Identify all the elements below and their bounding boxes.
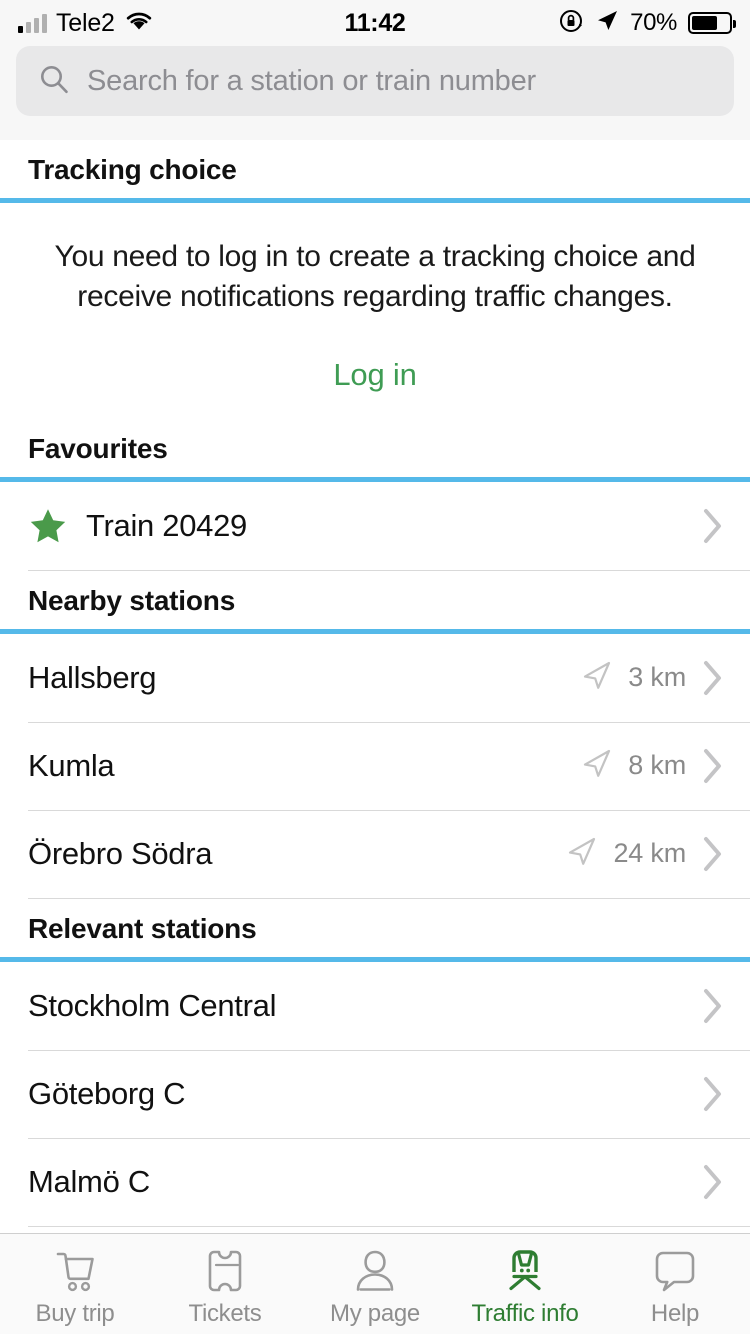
list-item-label: Malmö C: [28, 1163, 150, 1199]
section-title-text: Nearby stations: [28, 584, 236, 616]
navigation-arrow-icon: [580, 658, 614, 697]
list-item-label: Örebro Södra: [28, 835, 213, 871]
tab-help[interactable]: Help: [600, 1234, 750, 1334]
list-bottom-divider: [28, 1225, 750, 1227]
location-arrow-icon: [595, 9, 619, 38]
chevron-right-icon: [700, 745, 726, 787]
navigation-arrow-icon: [580, 746, 614, 785]
distance-label: 3 km: [628, 662, 686, 693]
app-screen: Tele2 11:42 70% Search for a station or …: [0, 0, 750, 1334]
list-item[interactable]: Kumla 8 km: [0, 721, 750, 810]
search-input[interactable]: Search for a station or train number: [87, 65, 536, 98]
list-item[interactable]: Örebro Södra 24 km: [0, 809, 750, 898]
search-bar[interactable]: Search for a station or train number: [16, 46, 734, 116]
list-item[interactable]: Hallsberg 3 km: [0, 633, 750, 722]
list-item-right: [700, 985, 726, 1027]
chevron-right-icon: [700, 833, 726, 875]
person-icon: [352, 1247, 398, 1295]
chevron-right-icon: [700, 985, 726, 1027]
search-area: Search for a station or train number: [0, 46, 750, 140]
section-title-text: Relevant stations: [28, 912, 257, 944]
distance-label: 8 km: [628, 750, 686, 781]
section-title-tracking-choice: Tracking choice: [28, 154, 237, 185]
list-item-label: Train 20429: [86, 507, 247, 543]
list-item-right: 8 km: [580, 745, 726, 787]
distance-label: 24 km: [613, 838, 686, 869]
section-title-relevant-stations: Relevant stations: [28, 897, 750, 957]
list-item-right: [700, 1073, 726, 1115]
rotation-lock-icon: [558, 8, 584, 39]
status-left: Tele2: [18, 9, 154, 38]
status-right: 70%: [558, 8, 736, 39]
tab-label: Buy trip: [35, 1299, 115, 1327]
tracking-choice-info-text: You need to log in to create a tracking …: [54, 240, 696, 313]
tab-label: Help: [650, 1299, 700, 1327]
list-item-label: Stockholm Central: [28, 987, 277, 1023]
list-item-right: [700, 505, 726, 547]
status-bar: Tele2 11:42 70%: [0, 0, 750, 46]
carrier-label: Tele2: [56, 8, 115, 37]
battery-icon: [688, 12, 736, 34]
list-item[interactable]: Stockholm Central: [0, 961, 750, 1050]
list-item-label: Kumla: [28, 747, 115, 783]
tab-buy-trip[interactable]: Buy trip: [0, 1234, 150, 1334]
tab-my-page[interactable]: My page: [300, 1234, 450, 1334]
tab-label: Tickets: [188, 1299, 262, 1327]
chevron-right-icon: [700, 505, 726, 547]
list-item-right: 24 km: [565, 833, 726, 875]
tab-traffic-info[interactable]: Traffic info: [450, 1234, 600, 1334]
list-item[interactable]: Göteborg C: [0, 1049, 750, 1138]
list-item[interactable]: Malmö C: [0, 1137, 750, 1226]
search-icon: [38, 63, 70, 100]
login-row: Log in: [0, 327, 750, 419]
list-item-right: 3 km: [580, 657, 726, 699]
shopping-cart-icon: [51, 1247, 99, 1295]
chevron-right-icon: [700, 1161, 726, 1203]
wifi-icon: [124, 10, 154, 37]
chevron-right-icon: [700, 657, 726, 699]
battery-percent-label: 70%: [630, 9, 677, 36]
log-in-link[interactable]: Log in: [333, 357, 416, 393]
tab-label: Traffic info: [471, 1299, 579, 1327]
list-item-label: Göteborg C: [28, 1075, 186, 1111]
chevron-right-icon: [700, 1073, 726, 1115]
train-icon: [501, 1247, 549, 1295]
star-icon: [28, 506, 68, 546]
section-title-nearby-stations: Nearby stations: [28, 569, 750, 629]
content-list: Tracking choice You need to log in to cr…: [0, 140, 750, 1233]
tab-tickets[interactable]: Tickets: [150, 1234, 300, 1334]
speech-bubble-icon: [652, 1247, 698, 1295]
ticket-icon: [205, 1247, 245, 1295]
list-item-right: [700, 1161, 726, 1203]
list-item-label: Hallsberg: [28, 659, 157, 695]
signal-bars-icon: [18, 13, 47, 33]
navigation-arrow-icon: [565, 834, 599, 873]
list-item[interactable]: Train 20429: [0, 481, 750, 570]
section-title-favourites: Favourites: [28, 432, 168, 464]
tab-label: My page: [330, 1299, 420, 1327]
bottom-tab-bar: Buy trip Tickets My page Traffic info He…: [0, 1233, 750, 1334]
